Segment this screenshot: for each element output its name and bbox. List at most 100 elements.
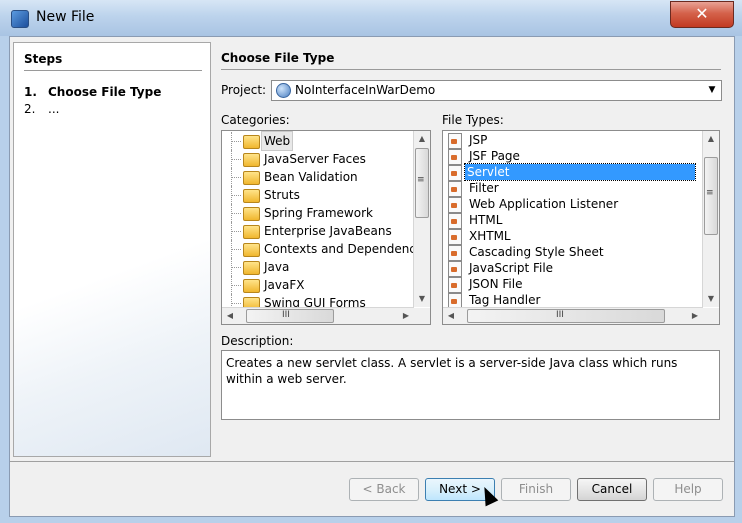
tree-line bbox=[232, 177, 241, 179]
category-item[interactable]: Bean Validation bbox=[222, 168, 414, 186]
categories-horizontal-scrollbar[interactable]: ◀ III ▶ bbox=[222, 307, 414, 324]
file-type-label: Servlet bbox=[464, 163, 696, 181]
scroll-up-icon[interactable]: ▲ bbox=[414, 131, 430, 147]
chevron-down-icon[interactable]: ▼ bbox=[703, 81, 721, 100]
web-project-icon bbox=[276, 83, 291, 98]
folder-icon bbox=[243, 189, 260, 203]
file-template-icon bbox=[448, 213, 462, 229]
description-text: Creates a new servlet class. A servlet i… bbox=[226, 356, 678, 386]
tree-line bbox=[232, 141, 241, 143]
description-box: Creates a new servlet class. A servlet i… bbox=[221, 350, 720, 420]
file-type-item[interactable]: JSON File bbox=[443, 276, 703, 293]
scroll-up-icon[interactable]: ▲ bbox=[703, 131, 719, 147]
project-label: Project: bbox=[221, 83, 267, 97]
scroll-left-icon[interactable]: ◀ bbox=[222, 308, 238, 324]
folder-icon bbox=[243, 135, 260, 149]
file-type-item[interactable]: JavaScript File bbox=[443, 260, 703, 277]
category-item[interactable]: Struts bbox=[222, 186, 414, 204]
button-bar-divider bbox=[10, 461, 734, 462]
file-types-label: File Types: bbox=[442, 113, 504, 127]
file-type-item[interactable]: Cascading Style Sheet bbox=[443, 244, 703, 261]
back-button[interactable]: < Back bbox=[349, 478, 419, 501]
tree-line bbox=[232, 267, 241, 269]
tree-line bbox=[232, 231, 241, 233]
category-item[interactable]: Web bbox=[222, 131, 414, 151]
step-number: 1. bbox=[24, 85, 37, 99]
category-item[interactable]: Contexts and Dependency Injection bbox=[222, 240, 430, 258]
scroll-corner bbox=[703, 308, 719, 324]
help-button[interactable]: Help bbox=[653, 478, 723, 501]
title-divider bbox=[221, 69, 721, 70]
tree-line bbox=[232, 285, 241, 287]
scroll-corner bbox=[414, 308, 430, 324]
grip-icon: ≡ bbox=[706, 188, 714, 198]
category-label: Bean Validation bbox=[264, 170, 358, 184]
scroll-down-icon[interactable]: ▼ bbox=[703, 291, 719, 307]
tree-line bbox=[232, 213, 241, 215]
category-item[interactable]: JavaFX bbox=[222, 276, 414, 294]
file-type-item[interactable]: Tag Handler bbox=[443, 292, 703, 309]
scroll-right-icon[interactable]: ▶ bbox=[687, 308, 703, 324]
file-template-icon bbox=[448, 149, 462, 165]
file-type-item[interactable]: JSP bbox=[443, 132, 703, 149]
category-item[interactable]: Spring Framework bbox=[222, 204, 414, 222]
steps-title: Steps bbox=[24, 52, 63, 66]
file-type-item[interactable]: HTML bbox=[443, 212, 703, 229]
tree-line bbox=[232, 195, 241, 197]
categories-vertical-scrollbar[interactable]: ▲ ≡ ▼ bbox=[413, 131, 430, 307]
file-template-icon bbox=[448, 277, 462, 293]
category-label: Spring Framework bbox=[264, 206, 373, 220]
file-type-item[interactable]: JSF Page bbox=[443, 148, 703, 165]
grip-icon: III bbox=[556, 310, 564, 320]
folder-icon bbox=[243, 225, 260, 239]
scroll-right-icon[interactable]: ▶ bbox=[398, 308, 414, 324]
file-types-list[interactable]: JSP JSF Page Servlet Filter Web Application … bbox=[442, 130, 720, 325]
dialog-body: Steps 1. Choose File Type 2.... Choose Fi… bbox=[9, 36, 735, 517]
scroll-thumb[interactable]: ≡ bbox=[704, 157, 718, 235]
file-type-label: HTML bbox=[469, 213, 503, 227]
scroll-left-icon[interactable]: ◀ bbox=[443, 308, 459, 324]
grip-icon: ≡ bbox=[417, 175, 425, 185]
folder-icon bbox=[243, 207, 260, 221]
file-template-icon bbox=[448, 165, 462, 181]
window-title: New File bbox=[36, 9, 95, 25]
file-type-item[interactable]: XHTML bbox=[443, 228, 703, 245]
scroll-thumb[interactable]: ≡ bbox=[415, 148, 429, 218]
file-type-item[interactable]: Filter bbox=[443, 180, 703, 197]
categories-tree[interactable]: Web JavaServer Faces Bean Validation Struts… bbox=[221, 130, 431, 325]
folder-icon bbox=[243, 261, 260, 275]
file-type-label: JavaScript File bbox=[469, 261, 554, 275]
close-button[interactable]: ✕ bbox=[670, 1, 734, 28]
category-item[interactable]: Enterprise JavaBeans bbox=[222, 222, 414, 240]
project-value: NoInterfaceInWarDemo bbox=[295, 83, 436, 97]
cancel-button[interactable]: Cancel bbox=[577, 478, 647, 501]
title-bar[interactable]: New File ✕ bbox=[0, 0, 742, 36]
folder-icon bbox=[243, 153, 260, 167]
step-label: ... bbox=[48, 102, 60, 116]
step-1: 1. Choose File Type bbox=[24, 85, 161, 99]
file-type-label: JSP bbox=[469, 133, 488, 147]
grip-icon: III bbox=[282, 310, 290, 320]
description-label: Description: bbox=[221, 334, 294, 348]
file-type-label: Web Application Listener bbox=[469, 197, 619, 211]
scroll-down-icon[interactable]: ▼ bbox=[414, 291, 430, 307]
tree-line bbox=[232, 249, 241, 251]
file-type-item[interactable]: Servlet bbox=[443, 163, 703, 181]
category-item[interactable]: Java bbox=[222, 258, 414, 276]
folder-icon bbox=[243, 171, 260, 185]
category-label: Struts bbox=[264, 188, 300, 202]
project-combobox[interactable]: NoInterfaceInWarDemo ▼ bbox=[271, 80, 722, 101]
file-template-icon bbox=[448, 229, 462, 245]
category-item[interactable]: JavaServer Faces bbox=[222, 150, 414, 168]
category-label: JavaServer Faces bbox=[264, 152, 366, 166]
step-2: 2.... bbox=[24, 102, 59, 116]
file-type-item[interactable]: Web Application Listener bbox=[443, 196, 703, 213]
scroll-thumb[interactable]: III bbox=[467, 309, 665, 323]
finish-button[interactable]: Finish bbox=[501, 478, 571, 501]
page-title: Choose File Type bbox=[221, 51, 335, 65]
file-types-vertical-scrollbar[interactable]: ▲ ≡ ▼ bbox=[702, 131, 719, 307]
steps-panel: Steps 1. Choose File Type 2.... bbox=[13, 42, 211, 457]
scroll-thumb[interactable]: III bbox=[246, 309, 334, 323]
file-template-icon bbox=[448, 181, 462, 197]
file-types-horizontal-scrollbar[interactable]: ◀ III ▶ bbox=[443, 307, 703, 324]
